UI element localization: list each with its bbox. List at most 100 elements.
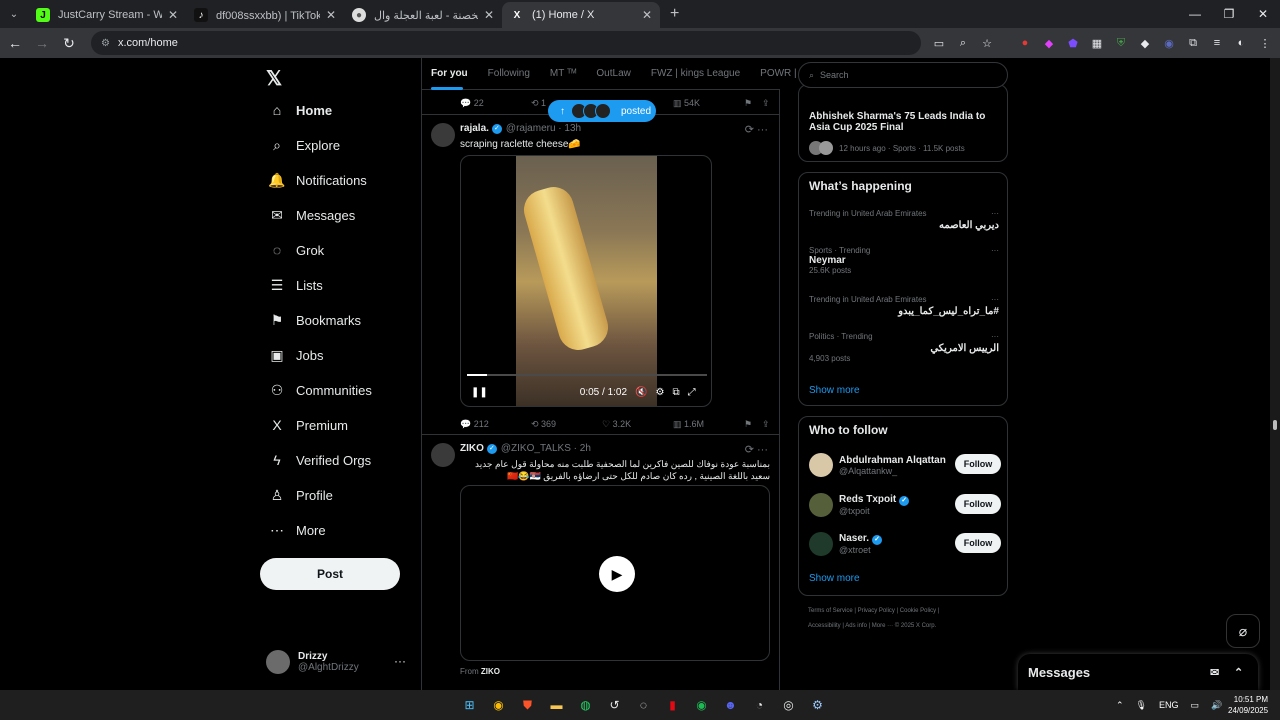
close-tab-icon[interactable]: ✕ bbox=[484, 8, 494, 22]
more-icon[interactable]: ··· bbox=[991, 246, 999, 255]
browser-tab-2[interactable]: ♪ df008ssxxbb) | TikTok | العنود ✕ bbox=[186, 2, 344, 28]
nav-premium[interactable]: X Premium bbox=[268, 414, 348, 436]
trend-item[interactable]: Trending in United Arab Emirates #ما_ترا… bbox=[809, 295, 999, 317]
back-icon[interactable]: ← bbox=[3, 35, 27, 51]
footer-links[interactable]: Terms of Service | Privacy Policy | Cook… bbox=[808, 608, 939, 614]
tab-following[interactable]: Following bbox=[488, 68, 530, 79]
pause-icon[interactable]: ❚❚ bbox=[471, 387, 488, 398]
bookmark-icon[interactable]: ⚑ bbox=[744, 419, 762, 430]
clock[interactable]: 10:51 PM 24/09/2025 bbox=[1228, 694, 1268, 716]
close-window-icon[interactable]: ✕ bbox=[1246, 7, 1280, 21]
url-field[interactable]: ⚙ x.com/home bbox=[91, 31, 921, 55]
minimize-icon[interactable]: — bbox=[1178, 7, 1212, 21]
follow-suggestion[interactable]: Abdulrahman Alqattan @Alqattankw_ Follow bbox=[809, 449, 1001, 481]
close-tab-icon[interactable]: ✕ bbox=[642, 8, 652, 22]
follow-button[interactable]: Follow bbox=[955, 533, 1001, 553]
profile-avatar-icon[interactable]: ◐ bbox=[1229, 37, 1253, 49]
more-icon[interactable]: ⟳ ··· bbox=[745, 123, 768, 136]
tab-mt[interactable]: MT ᵀᴹ bbox=[550, 68, 576, 79]
extension-icon[interactable]: ⬟ bbox=[1061, 37, 1085, 50]
windows-start-icon[interactable]: ⊞ bbox=[455, 695, 484, 715]
nav-grok[interactable]: ◌ Grok bbox=[268, 239, 324, 261]
tweet[interactable]: rajala. ✓ @rajameru · 13h ⟳ ··· scraping r… bbox=[422, 114, 780, 434]
pip-icon[interactable]: ⧉ bbox=[672, 387, 679, 398]
show-more-link[interactable]: Show more bbox=[809, 385, 860, 396]
show-more-link[interactable]: Show more bbox=[809, 573, 860, 584]
language-indicator[interactable]: ENG bbox=[1159, 700, 1179, 710]
avatar[interactable] bbox=[431, 443, 455, 467]
mute-icon[interactable]: 🔇 bbox=[635, 387, 647, 398]
nav-bookmarks[interactable]: ⚑ Bookmarks bbox=[268, 309, 361, 331]
bookmark-icon[interactable]: ⚑ bbox=[744, 98, 762, 109]
scrollbar[interactable] bbox=[1270, 58, 1280, 690]
video-player[interactable]: ❚❚ 0:05 / 1:02 🔇 ⚙ ⧉ ⤢ bbox=[460, 155, 712, 407]
fullscreen-icon[interactable]: ⤢ bbox=[688, 387, 696, 398]
browser-tab-3[interactable]: ● دوامة الشخصنة - لعبة العجلة وال ✕ bbox=[344, 2, 502, 28]
post-button[interactable]: Post bbox=[260, 558, 400, 590]
browser-tab-4[interactable]: X (1) Home / X ✕ bbox=[502, 2, 660, 28]
messages-drawer[interactable]: Messages ✉ ⌃ bbox=[1018, 654, 1258, 690]
browser-menu-icon[interactable]: ⋮ bbox=[1253, 37, 1277, 50]
share-icon[interactable]: ⇪ bbox=[762, 419, 780, 430]
x-logo-icon[interactable]: 𝕏 bbox=[266, 66, 282, 91]
nav-lists[interactable]: ☰ Lists bbox=[268, 274, 323, 296]
spotify-icon[interactable]: ◉ bbox=[687, 695, 716, 715]
star-icon[interactable]: ☆ bbox=[975, 37, 999, 50]
more-icon[interactable]: ··· bbox=[394, 654, 406, 668]
settings-icon[interactable]: ⚙ bbox=[655, 387, 664, 398]
nav-explore[interactable]: ⌕ Explore bbox=[268, 134, 340, 156]
like-button[interactable]: ♡ 3.2K bbox=[602, 419, 673, 430]
nav-verified-orgs[interactable]: ϟ Verified Orgs bbox=[268, 449, 371, 471]
views-button[interactable]: ▥ 1.6M bbox=[673, 419, 744, 430]
brave-icon[interactable]: ⛊ bbox=[513, 695, 542, 715]
whatsapp-icon[interactable]: ◍ bbox=[571, 695, 600, 715]
chevron-up-icon[interactable]: ⌃ bbox=[1116, 700, 1124, 711]
more-icon[interactable]: ··· bbox=[991, 295, 999, 304]
app-icon[interactable]: ◌ bbox=[629, 695, 658, 715]
app-icon[interactable]: ▮ bbox=[658, 695, 687, 715]
extension-icon[interactable]: ⛨ bbox=[1109, 37, 1133, 50]
grok-icon[interactable]: ⌀ bbox=[1226, 614, 1260, 648]
nav-jobs[interactable]: ▣ Jobs bbox=[268, 344, 323, 366]
tweet[interactable]: ZIKO ✓ @ZIKO_TALKS · 2h ⟳ ··· بمناسبة عودة… bbox=[422, 434, 780, 690]
reply-button[interactable]: 💬 212 bbox=[460, 419, 531, 430]
news-card[interactable]: Abhishek Sharma's 75 Leads India to Asia… bbox=[798, 84, 1008, 162]
network-icon[interactable]: ▭ bbox=[1191, 700, 1200, 711]
footer-links[interactable]: Accessibility | Ads info | More ··· © 20… bbox=[808, 623, 936, 629]
repost-button[interactable]: ⟲ 369 bbox=[531, 419, 602, 430]
video-progress-bar[interactable] bbox=[467, 374, 707, 376]
cast-icon[interactable]: ▭ bbox=[927, 37, 951, 50]
nav-home[interactable]: ⌂ Home bbox=[268, 99, 332, 121]
extension-icon[interactable]: ◉ bbox=[1157, 37, 1181, 50]
extension-icon[interactable]: ▦ bbox=[1085, 37, 1109, 50]
extension-icon[interactable]: ● bbox=[1013, 37, 1037, 49]
extension-icon[interactable]: ◆ bbox=[1133, 37, 1157, 50]
more-icon[interactable]: ⟳ ··· bbox=[745, 443, 768, 456]
new-posts-pill[interactable]: ↑ posted bbox=[548, 100, 656, 122]
video-player[interactable]: ▶ bbox=[460, 485, 770, 661]
play-icon[interactable]: ▶ bbox=[599, 556, 635, 592]
forward-icon[interactable]: → bbox=[30, 35, 54, 51]
site-info-icon[interactable]: ⚙ bbox=[101, 38, 110, 49]
discord-icon[interactable]: ☻ bbox=[716, 695, 745, 715]
more-icon[interactable]: ··· bbox=[991, 332, 999, 341]
tab-outlaw[interactable]: OutLaw bbox=[596, 68, 630, 79]
nav-communities[interactable]: ⚇ Communities bbox=[268, 379, 372, 401]
trend-item[interactable]: Sports · Trending Neymar 25.6K posts ··· bbox=[809, 246, 999, 275]
follow-suggestion[interactable]: Reds Txpoit ✓ @txpoit Follow bbox=[809, 489, 1001, 521]
nav-more[interactable]: ⋯ More bbox=[268, 519, 326, 541]
compose-message-icon[interactable]: ✉ bbox=[1210, 666, 1219, 679]
avatar[interactable] bbox=[431, 123, 455, 147]
close-tab-icon[interactable]: ✕ bbox=[168, 8, 178, 22]
share-icon[interactable]: ⇪ bbox=[762, 98, 780, 109]
microphone-icon[interactable]: 🎙 bbox=[1136, 700, 1147, 711]
nav-notifications[interactable]: 🔔 Notifications bbox=[268, 169, 367, 191]
chrome-icon[interactable]: ◉ bbox=[484, 695, 513, 715]
reload-icon[interactable]: ↻ bbox=[57, 35, 81, 52]
more-icon[interactable]: ··· bbox=[991, 209, 999, 218]
nav-profile[interactable]: ♙ Profile bbox=[268, 484, 333, 506]
follow-button[interactable]: Follow bbox=[955, 454, 1001, 474]
views-button[interactable]: ▥ 54K bbox=[673, 98, 744, 109]
account-switcher[interactable]: Drizzy @AlghtDrizzy ··· bbox=[266, 646, 416, 678]
tab-for-you[interactable]: For you bbox=[431, 68, 468, 90]
